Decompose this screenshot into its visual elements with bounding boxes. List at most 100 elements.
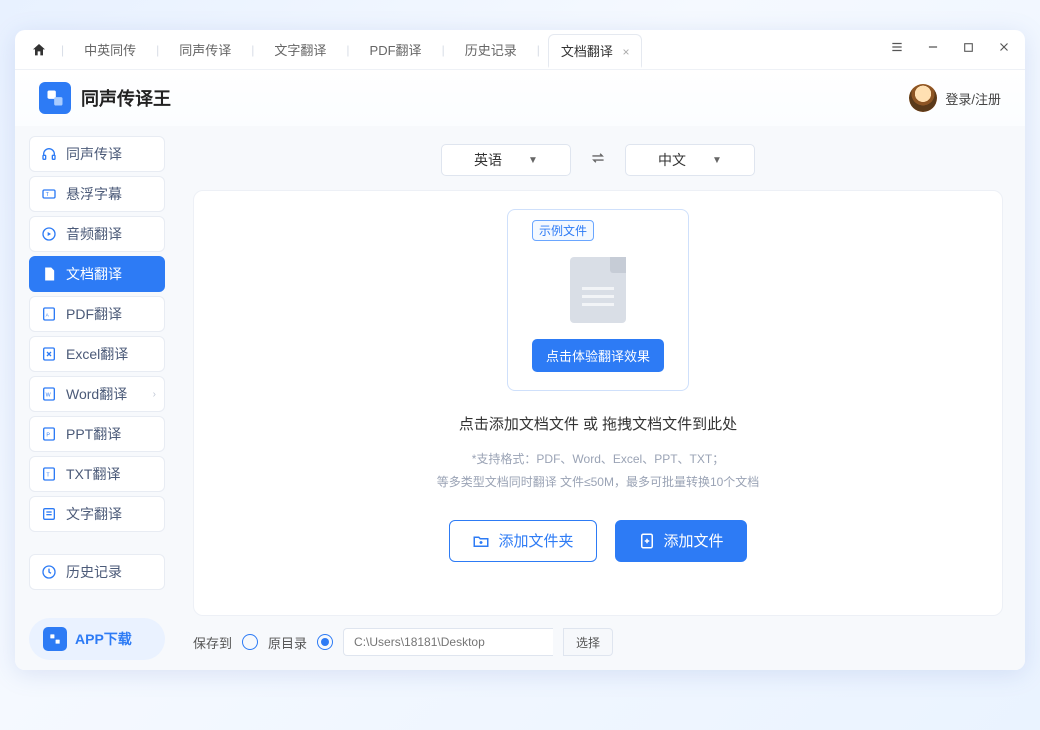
doc-icon	[40, 265, 58, 283]
caret-down-icon: ▼	[712, 155, 722, 166]
document-icon	[570, 257, 626, 323]
translate-icon	[45, 88, 65, 108]
save-to-custom-radio[interactable]	[242, 634, 258, 650]
tab-close-icon[interactable]: ×	[622, 45, 629, 59]
original-dir-label: 原目录	[268, 633, 307, 652]
app-logo	[39, 82, 71, 114]
menu-button[interactable]	[886, 38, 908, 61]
tab-history[interactable]: 历史记录	[453, 34, 529, 65]
tab-text[interactable]: 文字翻译	[262, 34, 338, 65]
sidebar-item-word[interactable]: W Word翻译 ›	[29, 376, 165, 412]
save-to-original-radio[interactable]	[317, 634, 333, 650]
svg-text:P: P	[46, 433, 50, 439]
maximize-icon	[962, 41, 975, 54]
download-icon	[43, 627, 67, 651]
app-window: | 中英同传 | 同声传译 | 文字翻译 | PDF翻译 | 历史记录 | 文档…	[15, 30, 1025, 670]
sidebar-item-label: 历史记录	[66, 562, 122, 582]
tab-pdf[interactable]: PDF翻译	[358, 34, 434, 65]
maximize-button[interactable]	[958, 39, 979, 61]
source-language-select[interactable]: 英语 ▼	[441, 144, 571, 176]
try-sample-button[interactable]: 点击体验翻译效果	[532, 339, 664, 372]
save-to-label: 保存到	[193, 633, 232, 652]
txt-icon: T	[40, 465, 58, 483]
sidebar-item-label: PPT翻译	[66, 424, 121, 444]
caption-icon: T	[40, 185, 58, 203]
login-link[interactable]: 登录/注册	[945, 89, 1001, 108]
tab-sep: |	[61, 43, 64, 57]
svg-text:T: T	[46, 192, 50, 198]
sidebar-item-caption[interactable]: T 悬浮字幕	[29, 176, 165, 212]
sample-tag: 示例文件	[532, 220, 594, 241]
sidebar-item-audio[interactable]: 音频翻译	[29, 216, 165, 252]
swap-languages-button[interactable]	[589, 151, 607, 170]
save-footer: 保存到 原目录 选择	[193, 628, 1003, 656]
header: 同声传译王 登录/注册	[15, 70, 1025, 126]
add-folder-label: 添加文件夹	[498, 530, 573, 551]
sidebar-item-texttrans[interactable]: 文字翻译	[29, 496, 165, 532]
drop-title: 点击添加文档文件 或 拖拽文档文件到此处	[459, 413, 737, 434]
sidebar-item-label: 文字翻译	[66, 504, 122, 524]
excel-icon	[40, 345, 58, 363]
svg-text:T: T	[46, 473, 50, 479]
sidebar-item-excel[interactable]: Excel翻译	[29, 336, 165, 372]
add-file-button[interactable]: 添加文件	[615, 520, 747, 562]
folder-plus-icon	[472, 532, 490, 550]
pdf-icon: A	[40, 305, 58, 323]
add-file-label: 添加文件	[664, 530, 724, 551]
text-icon	[40, 505, 58, 523]
drop-subtext: *支持格式：PDF、Word、Excel、PPT、TXT； 等多类型文档同时翻译…	[437, 448, 760, 494]
target-language-label: 中文	[658, 150, 686, 170]
sidebar-item-ppt[interactable]: P PPT翻译	[29, 416, 165, 452]
menu-icon	[890, 40, 904, 54]
titlebar-tabs: | 中英同传 | 同声传译 | 文字翻译 | PDF翻译 | 历史记录 | 文档…	[25, 33, 886, 67]
caret-down-icon: ▼	[528, 155, 538, 166]
sample-file-box: 示例文件 点击体验翻译效果	[507, 209, 689, 391]
sidebar-item-label: PDF翻译	[66, 304, 122, 324]
svg-text:A: A	[46, 313, 50, 318]
close-button[interactable]	[993, 38, 1015, 61]
target-language-select[interactable]: 中文 ▼	[625, 144, 755, 176]
sidebar-item-label: Excel翻译	[66, 344, 128, 364]
sidebar-item-doc[interactable]: 文档翻译	[29, 256, 165, 292]
save-path-input[interactable]	[343, 628, 553, 656]
close-icon	[997, 40, 1011, 54]
headphones-icon	[40, 145, 58, 163]
app-title: 同声传译王	[81, 85, 909, 111]
body: 同声传译 T 悬浮字幕 音频翻译 文档翻译 A PDF翻译 Excel翻译	[15, 126, 1025, 670]
tab-simul[interactable]: 同声传译	[167, 34, 243, 65]
sidebar-item-label: Word翻译	[66, 384, 127, 404]
minimize-button[interactable]	[922, 38, 944, 61]
sidebar-item-history[interactable]: 历史记录	[29, 554, 165, 590]
action-row: 添加文件夹 添加文件	[449, 520, 746, 562]
ppt-icon: P	[40, 425, 58, 443]
add-folder-button[interactable]: 添加文件夹	[449, 520, 596, 562]
sidebar-item-txt[interactable]: T TXT翻译	[29, 456, 165, 492]
audio-icon	[40, 225, 58, 243]
app-download-label: APP下载	[75, 629, 132, 649]
sidebar-item-simul[interactable]: 同声传译	[29, 136, 165, 172]
sidebar: 同声传译 T 悬浮字幕 音频翻译 文档翻译 A PDF翻译 Excel翻译	[15, 126, 175, 670]
chevron-right-icon: ›	[153, 389, 156, 400]
tab-doc[interactable]: 文档翻译 ×	[548, 34, 643, 68]
choose-path-button[interactable]: 选择	[563, 628, 613, 656]
tab-cnen[interactable]: 中英同传	[72, 34, 148, 65]
drop-zone[interactable]: 示例文件 点击体验翻译效果 点击添加文档文件 或 拖拽文档文件到此处 *支持格式…	[193, 190, 1003, 616]
home-icon	[31, 42, 47, 58]
window-controls	[886, 38, 1015, 61]
sidebar-item-label: 音频翻译	[66, 224, 122, 244]
minimize-icon	[926, 40, 940, 54]
sidebar-item-label: 文档翻译	[66, 264, 122, 284]
sidebar-item-label: 悬浮字幕	[66, 184, 122, 204]
home-tab[interactable]	[25, 36, 53, 64]
app-download-button[interactable]: APP下载	[29, 618, 165, 660]
avatar[interactable]	[909, 84, 937, 112]
swap-icon	[589, 151, 607, 165]
tab-doc-label: 文档翻译	[561, 44, 613, 59]
source-language-label: 英语	[474, 150, 502, 170]
sidebar-item-label: TXT翻译	[66, 464, 120, 484]
svg-text:W: W	[46, 393, 52, 399]
sidebar-item-label: 同声传译	[66, 144, 122, 164]
sidebar-item-pdf[interactable]: A PDF翻译	[29, 296, 165, 332]
main-panel: 英语 ▼ 中文 ▼ 示例文件 点击体验翻译效果 点击添加文档文件 或 拖拽文档文…	[175, 126, 1025, 670]
file-plus-icon	[638, 532, 656, 550]
